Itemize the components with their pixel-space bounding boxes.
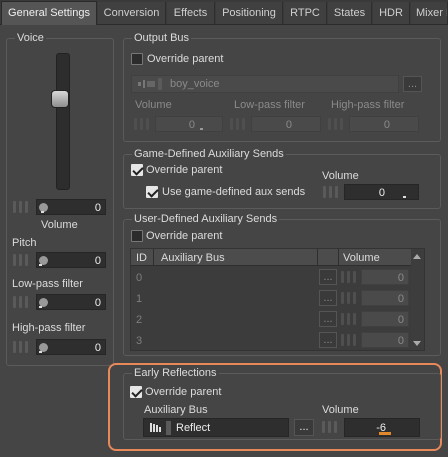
game-volume-label: Volume: [322, 170, 359, 182]
row-browse-button[interactable]: ...: [319, 269, 337, 285]
output-highpass-field: 0: [349, 116, 419, 132]
tab-general-settings[interactable]: General Settings: [1, 1, 97, 25]
table-row[interactable]: 3 ... 0: [131, 330, 411, 351]
output-override-label: Override parent: [147, 53, 224, 65]
tab-hdr[interactable]: HDR: [373, 2, 410, 24]
lowpass-field[interactable]: 0: [36, 294, 106, 310]
output-volume-label: Volume: [135, 99, 172, 111]
pitch-field[interactable]: 0: [36, 252, 106, 268]
grip-icon: [230, 116, 252, 132]
row-browse-button[interactable]: ...: [319, 332, 337, 348]
bus-icon: [138, 79, 156, 89]
grip-icon: [341, 269, 363, 285]
table-scrollbar[interactable]: [411, 249, 424, 350]
game-override-checkbox[interactable]: [131, 164, 143, 176]
volume-level-bar: [379, 432, 391, 435]
user-defined-title: User-Defined Auxiliary Sends: [132, 212, 280, 226]
volume-slider-track[interactable]: [56, 53, 70, 190]
output-volume-field: 0: [155, 116, 223, 132]
scroll-down-icon[interactable]: [413, 341, 421, 346]
row-browse-button[interactable]: ...: [319, 290, 337, 306]
table-row[interactable]: 1 ... 0: [131, 288, 411, 309]
highpass-label: High-pass filter: [12, 322, 86, 334]
voice-volume-field[interactable]: 0: [36, 199, 106, 215]
table-row[interactable]: 2 ... 0: [131, 309, 411, 330]
output-browse-button[interactable]: ...: [403, 76, 422, 92]
voice-group-title: Voice: [15, 31, 46, 45]
col-id-header[interactable]: ID: [136, 251, 147, 265]
er-volume-label: Volume: [322, 404, 359, 416]
game-volume-field[interactable]: 0: [344, 184, 419, 200]
row-volume-field[interactable]: 0: [361, 269, 409, 285]
grip-icon: [341, 290, 363, 306]
grip-icon: [341, 311, 363, 327]
row-volume-field[interactable]: 0: [361, 332, 409, 348]
tab-effects[interactable]: Effects: [167, 2, 215, 24]
highpass-grip-icon[interactable]: [13, 339, 35, 355]
pitch-grip-icon[interactable]: [13, 252, 35, 268]
table-row[interactable]: 0 ... 0: [131, 267, 411, 288]
row-volume-field[interactable]: 0: [361, 311, 409, 327]
row-volume-field[interactable]: 0: [361, 290, 409, 306]
er-bus-field[interactable]: Reflect: [143, 418, 289, 437]
game-defined-title: Game-Defined Auxiliary Sends: [132, 147, 286, 161]
pitch-label: Pitch: [12, 237, 37, 249]
er-override-label: Override parent: [145, 386, 222, 398]
voice-volume-label: Volume: [41, 219, 78, 231]
output-lowpass-field: 0: [251, 116, 321, 132]
col-volume-header[interactable]: Volume: [343, 251, 380, 265]
use-game-defined-label: Use game-defined aux sends: [162, 186, 306, 198]
er-bus-name: Reflect: [176, 422, 211, 434]
tab-bar: General Settings Conversion Effects Posi…: [0, 0, 448, 25]
grip-icon: [134, 116, 156, 132]
volume-slider-handle[interactable]: [51, 90, 69, 108]
scroll-up-icon[interactable]: [413, 254, 421, 259]
tab-mixer-plugin[interactable]: Mixer Plu: [411, 2, 448, 24]
highpass-field[interactable]: 0: [36, 339, 106, 355]
user-override-label: Override parent: [146, 230, 223, 242]
lowpass-label: Low-pass filter: [12, 278, 83, 290]
er-browse-button[interactable]: ...: [294, 419, 314, 436]
row-browse-button[interactable]: ...: [319, 311, 337, 327]
lowpass-grip-icon[interactable]: [13, 294, 35, 310]
grip-icon[interactable]: [322, 419, 344, 435]
output-lowpass-label: Low-pass filter: [234, 99, 305, 111]
volume-grip-icon[interactable]: [13, 199, 35, 215]
output-bus-field[interactable]: boy_voice: [131, 75, 399, 93]
output-bus-title: Output Bus: [132, 31, 192, 45]
user-override-checkbox[interactable]: [131, 230, 143, 242]
tab-rtpc[interactable]: RTPC: [284, 2, 327, 24]
output-override-checkbox[interactable]: [131, 53, 143, 65]
output-highpass-label: High-pass filter: [331, 99, 405, 111]
grip-icon: [328, 116, 350, 132]
bus-hand-icon: [149, 422, 163, 434]
er-bus-label: Auxiliary Bus: [144, 404, 208, 416]
tab-positioning[interactable]: Positioning: [216, 2, 283, 24]
er-override-checkbox[interactable]: [130, 386, 142, 398]
table-body: 0 ... 0 1 ... 0 2 ... 0 3 ... 0: [131, 267, 411, 351]
grip-icon: [341, 332, 363, 348]
early-reflections-title: Early Reflections: [132, 366, 219, 380]
tab-conversion[interactable]: Conversion: [98, 2, 166, 24]
game-override-label: Override parent: [146, 164, 223, 176]
output-bus-name: boy_voice: [170, 78, 220, 90]
er-volume-field[interactable]: -6: [344, 418, 420, 437]
grip-icon[interactable]: [323, 184, 345, 200]
use-game-defined-checkbox[interactable]: [146, 186, 158, 198]
col-bus-header[interactable]: Auxiliary Bus: [161, 251, 225, 265]
tab-states[interactable]: States: [328, 2, 372, 24]
